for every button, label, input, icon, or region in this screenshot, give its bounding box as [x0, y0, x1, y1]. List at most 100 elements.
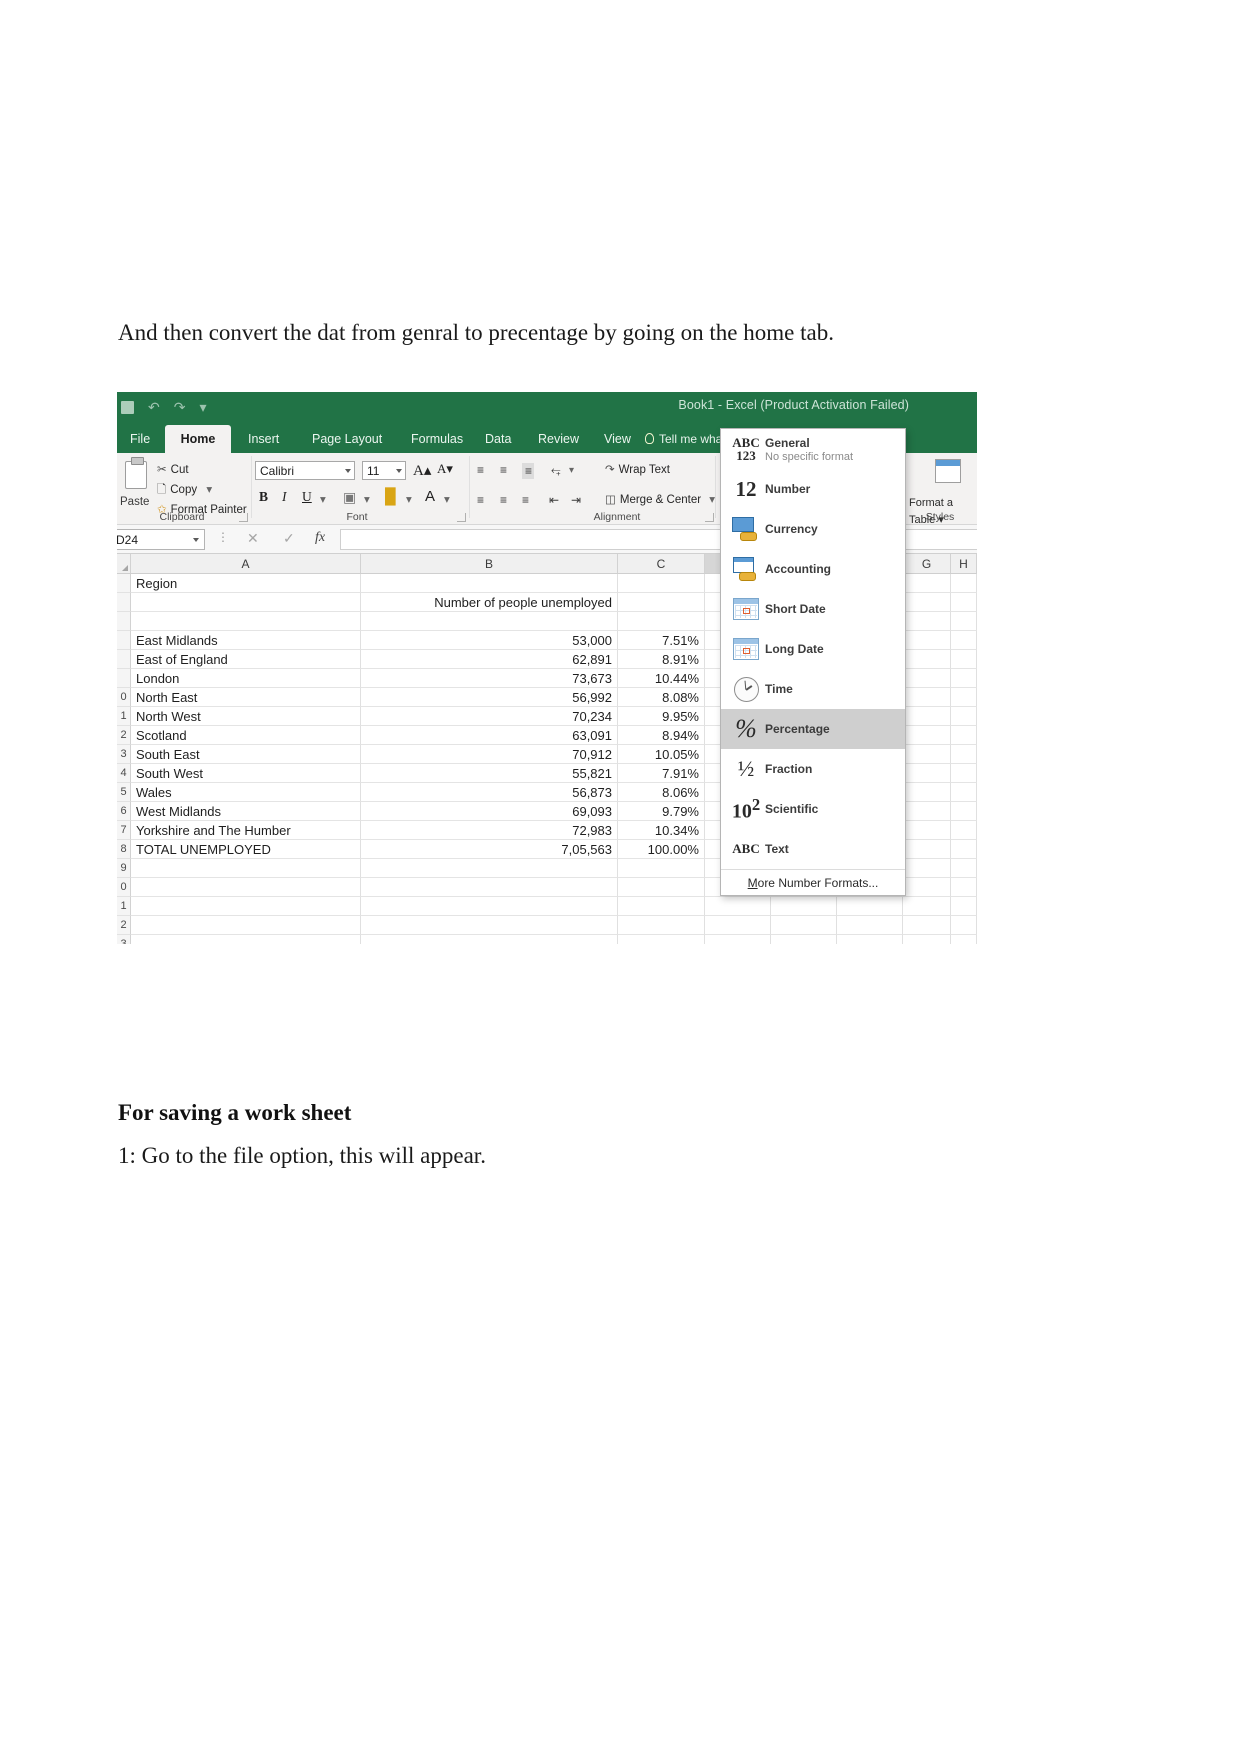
row-header[interactable]: [117, 612, 131, 631]
cell-h[interactable]: [951, 802, 977, 821]
number-format-item-accounting[interactable]: Accounting: [721, 549, 905, 589]
cell-b[interactable]: [361, 878, 618, 897]
number-format-item-percentage[interactable]: % Percentage: [721, 709, 905, 749]
row-header[interactable]: 4: [117, 764, 131, 783]
row-header[interactable]: 6: [117, 802, 131, 821]
align-bottom-icon[interactable]: ≡: [522, 463, 535, 479]
cell-g[interactable]: [903, 802, 951, 821]
cell-c[interactable]: 10.05%: [618, 745, 705, 764]
cell-g[interactable]: [903, 726, 951, 745]
cell-b[interactable]: Number of people unemployed: [361, 593, 618, 612]
cell-h[interactable]: [951, 935, 977, 944]
cell-c[interactable]: 100.00%: [618, 840, 705, 859]
cell-h[interactable]: [951, 745, 977, 764]
cell-e[interactable]: [771, 897, 837, 916]
row-header[interactable]: 2: [117, 916, 131, 935]
cell-g[interactable]: [903, 878, 951, 897]
cell-h[interactable]: [951, 726, 977, 745]
merge-center-button[interactable]: ◫ Merge & Center ▾: [605, 492, 715, 506]
row-header[interactable]: 3: [117, 745, 131, 764]
cell-c[interactable]: 10.44%: [618, 669, 705, 688]
decrease-indent-icon[interactable]: ⇤: [549, 493, 559, 507]
cell-b[interactable]: 7,05,563: [361, 840, 618, 859]
cell-g[interactable]: [903, 707, 951, 726]
cell-g[interactable]: [903, 745, 951, 764]
fill-color-chevron-down-icon[interactable]: ▾: [406, 492, 412, 506]
cell-g[interactable]: [903, 764, 951, 783]
number-format-item-number[interactable]: 12 Number: [721, 469, 905, 509]
cell-g[interactable]: [903, 935, 951, 944]
cell-h[interactable]: [951, 688, 977, 707]
cell-h[interactable]: [951, 878, 977, 897]
font-name-input[interactable]: Calibri: [255, 461, 355, 480]
copy-button[interactable]: 🗋 Copy ▾: [157, 482, 212, 501]
increase-font-size-icon[interactable]: A▴: [413, 461, 431, 480]
cell-a[interactable]: Wales: [131, 783, 361, 802]
name-box[interactable]: D24: [117, 529, 205, 550]
redo-icon[interactable]: ↷: [174, 399, 186, 416]
increase-indent-icon[interactable]: ⇥: [571, 493, 581, 507]
row-header[interactable]: 0: [117, 878, 131, 897]
format-as-table-icon[interactable]: [935, 459, 961, 483]
cell-h[interactable]: [951, 650, 977, 669]
cell-a[interactable]: North East: [131, 688, 361, 707]
paste-icon[interactable]: [125, 457, 147, 489]
borders-chevron-down-icon[interactable]: ▾: [364, 492, 370, 506]
cell-c[interactable]: [618, 935, 705, 944]
font-color-chevron-down-icon[interactable]: ▾: [444, 492, 450, 506]
cell-c[interactable]: [618, 612, 705, 631]
italic-button[interactable]: I: [282, 489, 287, 505]
row-header[interactable]: 5: [117, 783, 131, 802]
insert-function-icon[interactable]: fx: [315, 530, 325, 546]
bold-button[interactable]: B: [259, 489, 268, 505]
cell-b[interactable]: 53,000: [361, 631, 618, 650]
cancel-icon[interactable]: ✕: [247, 530, 259, 547]
decrease-font-size-icon[interactable]: A▾: [437, 461, 453, 477]
paste-label[interactable]: Paste: [120, 496, 149, 508]
cell-g[interactable]: [903, 631, 951, 650]
customize-qat-icon[interactable]: ▾: [199, 399, 206, 416]
cell-h[interactable]: [951, 764, 977, 783]
row-header[interactable]: 3: [117, 935, 131, 944]
cell-c[interactable]: [618, 574, 705, 593]
cell-d[interactable]: [705, 916, 771, 935]
cell-h[interactable]: [951, 859, 977, 878]
cell-a[interactable]: East of England: [131, 650, 361, 669]
cell-c[interactable]: 8.94%: [618, 726, 705, 745]
cell-e[interactable]: [771, 916, 837, 935]
cell-e[interactable]: [771, 935, 837, 944]
column-header-c[interactable]: C: [618, 554, 705, 574]
clipboard-dialog-launcher[interactable]: [239, 513, 248, 522]
underline-chevron-down-icon[interactable]: ▾: [320, 492, 326, 506]
number-format-item-short-date[interactable]: Short Date: [721, 589, 905, 629]
number-format-item-long-date[interactable]: Long Date: [721, 629, 905, 669]
cell-g[interactable]: [903, 821, 951, 840]
cell-g[interactable]: [903, 650, 951, 669]
fill-color-icon[interactable]: █: [385, 488, 396, 505]
cell-b[interactable]: 73,673: [361, 669, 618, 688]
cell-a[interactable]: East Midlands: [131, 631, 361, 650]
cell-c[interactable]: 7.51%: [618, 631, 705, 650]
font-size-input[interactable]: 11: [362, 461, 406, 480]
cell-g[interactable]: [903, 840, 951, 859]
column-header-g[interactable]: G: [903, 554, 951, 574]
number-format-item-scientific[interactable]: 102 Scientific: [721, 789, 905, 829]
quick-access-toolbar[interactable]: ↶ ↷ ▾: [121, 399, 207, 416]
cell-g[interactable]: [903, 612, 951, 631]
cell-f[interactable]: [837, 897, 903, 916]
cell-a[interactable]: West Midlands: [131, 802, 361, 821]
cell-b[interactable]: [361, 574, 618, 593]
cell-b[interactable]: [361, 859, 618, 878]
number-format-item-currency[interactable]: Currency: [721, 509, 905, 549]
cell-a[interactable]: [131, 878, 361, 897]
row-header[interactable]: 1: [117, 897, 131, 916]
tab-page-layout[interactable]: Page Layout: [303, 425, 391, 453]
cell-a[interactable]: [131, 612, 361, 631]
cell-a[interactable]: London: [131, 669, 361, 688]
borders-icon[interactable]: ▣: [343, 489, 356, 506]
cell-c[interactable]: 8.06%: [618, 783, 705, 802]
cell-c[interactable]: [618, 916, 705, 935]
cell-a[interactable]: [131, 935, 361, 944]
cell-a[interactable]: [131, 859, 361, 878]
cell-a[interactable]: North West: [131, 707, 361, 726]
